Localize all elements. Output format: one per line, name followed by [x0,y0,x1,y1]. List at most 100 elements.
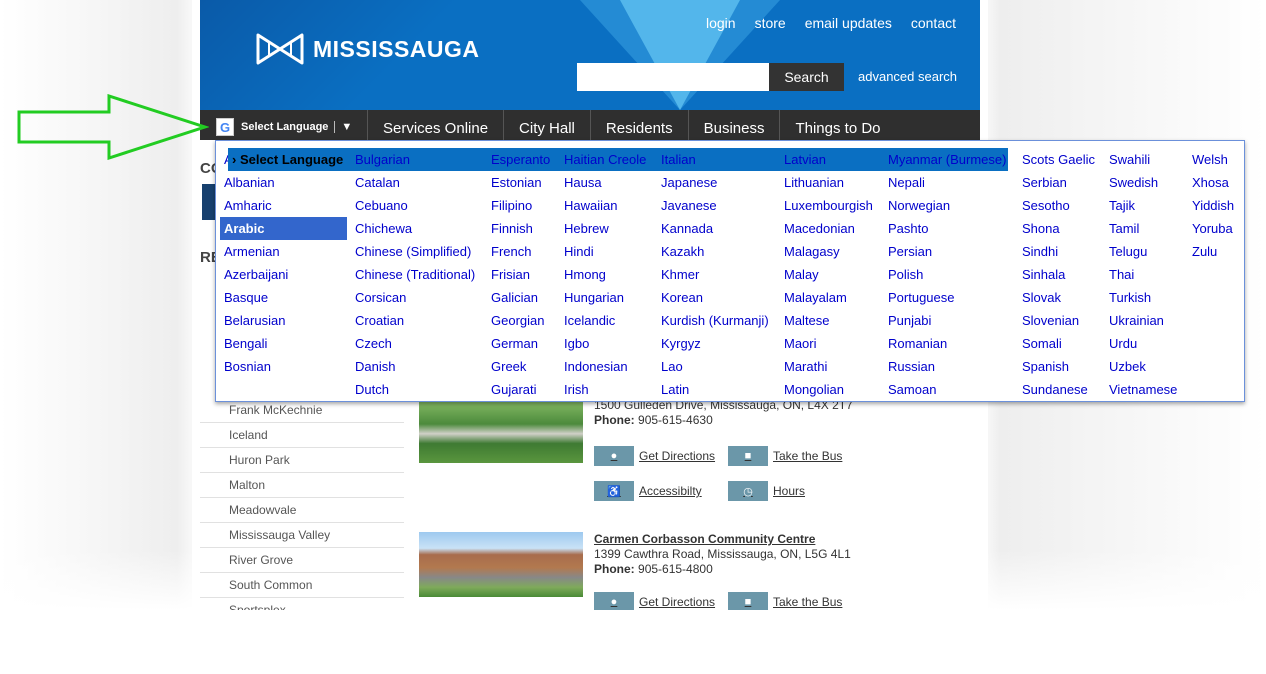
language-option[interactable]: Arabic [220,217,347,240]
language-option[interactable]: Samoan [884,378,1014,401]
language-option[interactable]: Persian [884,240,1014,263]
login-link[interactable]: login [706,15,736,31]
language-option[interactable]: Portuguese [884,286,1014,309]
language-option[interactable]: Sesotho [1018,194,1101,217]
language-option[interactable]: Finnish [487,217,556,240]
language-option[interactable]: Indonesian [560,355,653,378]
language-option[interactable]: Vietnamese [1105,378,1184,401]
search-button[interactable]: Search [769,63,844,91]
get-directions-link[interactable]: ● Get Directions [594,446,715,466]
language-option[interactable]: Igbo [560,332,653,355]
language-option[interactable]: Bosnian [220,355,347,378]
language-option[interactable]: Norwegian [884,194,1014,217]
language-option[interactable]: Hausa [560,171,653,194]
language-option[interactable]: Scots Gaelic [1018,148,1101,171]
language-option[interactable]: Chinese (Simplified) [351,240,483,263]
language-option[interactable]: Kannada [657,217,776,240]
language-select-widget[interactable]: G Select Language ▼ [216,117,352,137]
language-option[interactable]: Telugu [1105,240,1184,263]
language-option[interactable]: Cebuano [351,194,483,217]
language-option[interactable]: Luxembourgish [780,194,880,217]
language-option[interactable]: Croatian [351,309,483,332]
language-option[interactable]: Greek [487,355,556,378]
language-option[interactable]: Slovak [1018,286,1101,309]
language-option[interactable]: Malay [780,263,880,286]
list-item[interactable]: Mississauga Valley [200,523,404,548]
language-option[interactable]: Catalan [351,171,483,194]
take-the-bus-link[interactable]: ■ Take the Bus [728,592,842,610]
accessibility-link[interactable]: ♿ Accessibilty [594,481,702,501]
store-link[interactable]: store [755,15,786,31]
nav-item-services-online[interactable]: Services Online [367,110,503,140]
language-option[interactable]: Lao [657,355,776,378]
language-option[interactable]: Javanese [657,194,776,217]
list-item[interactable]: Iceland [200,423,404,448]
list-item[interactable]: Sportsplex [200,598,404,610]
language-option[interactable]: Albanian [220,171,347,194]
language-option[interactable]: Sinhala [1018,263,1101,286]
language-option[interactable]: Armenian [220,240,347,263]
language-option[interactable]: Uzbek [1105,355,1184,378]
get-directions-link[interactable]: ● Get Directions [594,592,715,610]
nav-item-things-to-do[interactable]: Things to Do [779,110,895,140]
language-option[interactable]: Serbian [1018,171,1101,194]
language-option[interactable]: Lithuanian [780,171,880,194]
contact-link[interactable]: contact [911,15,956,31]
nav-item-residents[interactable]: Residents [589,110,688,140]
language-option[interactable]: Bulgarian [351,148,483,171]
language-option[interactable]: Thai [1105,263,1184,286]
language-option[interactable]: Kyrgyz [657,332,776,355]
language-option[interactable]: Chinese (Traditional) [351,263,483,286]
language-option[interactable]: Amharic [220,194,347,217]
language-option[interactable]: Chichewa [351,217,483,240]
language-option[interactable]: German [487,332,556,355]
language-option[interactable]: Maltese [780,309,880,332]
language-option[interactable]: Spanish [1018,355,1101,378]
language-option[interactable]: Nepali [884,171,1014,194]
language-option[interactable]: Myanmar (Burmese) [884,148,1014,171]
language-option[interactable]: Macedonian [780,217,880,240]
language-option[interactable]: Marathi [780,355,880,378]
language-option[interactable]: Georgian [487,309,556,332]
language-option[interactable]: Hindi [560,240,653,263]
language-option[interactable]: Irish [560,378,653,401]
language-option[interactable]: Polish [884,263,1014,286]
language-option[interactable]: Slovenian [1018,309,1101,332]
language-option[interactable]: Estonian [487,171,556,194]
language-option[interactable]: Kurdish (Kurmanji) [657,309,776,332]
language-option[interactable]: Maori [780,332,880,355]
language-option[interactable]: Yoruba [1188,217,1246,240]
language-option[interactable]: Tamil [1105,217,1184,240]
language-option[interactable]: Somali [1018,332,1101,355]
facility-title-link[interactable]: Carmen Corbasson Community Centre [594,532,851,547]
language-option[interactable]: Korean [657,286,776,309]
language-option[interactable]: Malayalam [780,286,880,309]
language-option[interactable]: Hebrew [560,217,653,240]
language-option[interactable]: Welsh [1188,148,1246,171]
language-option[interactable]: Sundanese [1018,378,1101,401]
site-logo[interactable]: MISSISSAUGA [255,32,480,66]
language-option[interactable]: Galician [487,286,556,309]
language-option[interactable]: Romanian [884,332,1014,355]
language-option[interactable]: Bengali [220,332,347,355]
language-option[interactable]: Turkish [1105,286,1184,309]
language-option[interactable]: Yiddish [1188,194,1246,217]
language-option[interactable]: Tajik [1105,194,1184,217]
language-option[interactable]: Japanese [657,171,776,194]
list-item[interactable]: Malton [200,473,404,498]
language-option[interactable]: Sindhi [1018,240,1101,263]
nav-item-business[interactable]: Business [687,110,780,140]
list-item[interactable]: Meadowvale [200,498,404,523]
language-option[interactable]: Hmong [560,263,653,286]
language-option[interactable]: Pashto [884,217,1014,240]
language-option[interactable]: Icelandic [560,309,653,332]
language-option[interactable]: Kazakh [657,240,776,263]
language-option[interactable]: Frisian [487,263,556,286]
language-option[interactable]: Filipino [487,194,556,217]
language-option[interactable]: Haitian Creole [560,148,653,171]
language-option[interactable]: Urdu [1105,332,1184,355]
list-item[interactable]: River Grove [200,548,404,573]
language-option[interactable]: Xhosa [1188,171,1246,194]
search-input[interactable] [577,63,769,91]
language-option[interactable]: Mongolian [780,378,880,401]
